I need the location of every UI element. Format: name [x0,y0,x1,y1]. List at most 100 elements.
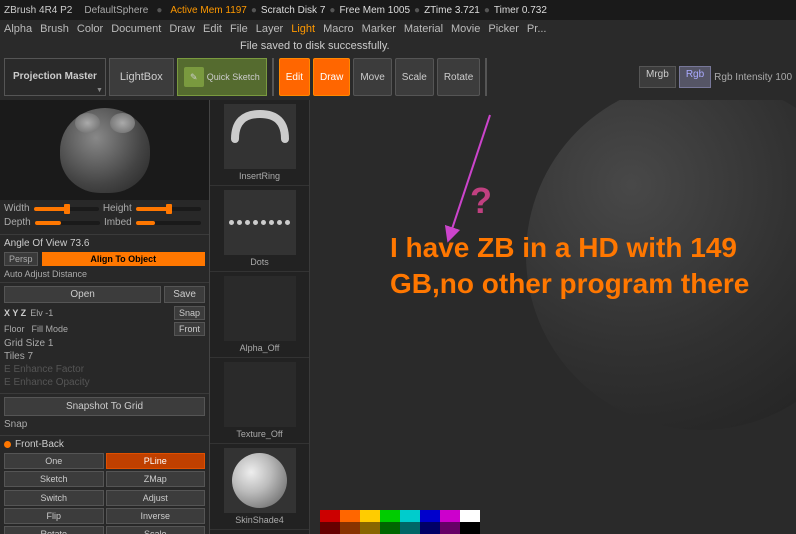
open-button[interactable]: Open [4,286,161,303]
rgb-button[interactable]: Rgb [679,66,711,88]
scale-label: Scale [402,72,427,83]
swatch-purple[interactable] [440,510,460,522]
swatch-dark-purple[interactable] [440,522,460,534]
width-slider[interactable] [34,207,99,211]
menu-alpha[interactable]: Alpha [4,23,32,35]
swatch-dark-orange[interactable] [340,522,360,534]
alpha-dots[interactable]: Dots [210,186,309,272]
edit-button[interactable]: Edit [279,58,310,96]
menu-preferences[interactable]: Pr... [527,23,547,35]
alpha-off[interactable]: Alpha_Off [210,272,309,358]
menu-draw[interactable]: Draw [169,23,195,35]
menu-marker[interactable]: Marker [362,23,396,35]
swatch-dark-red[interactable] [320,522,340,534]
scale-action-button[interactable]: Scale [106,526,206,534]
e-enhance-opacity-label: E Enhance Opacity [4,377,205,388]
swatch-cyan[interactable] [400,510,420,522]
draw-button[interactable]: Draw [313,58,350,96]
swatch-white[interactable] [460,510,480,522]
rotate-action-button[interactable]: Rotate [4,526,104,534]
adjust-button[interactable]: Adjust [106,490,206,506]
xyz-label: X Y Z [4,308,26,318]
texture-off[interactable]: Texture_Off [210,358,309,444]
xyz-row: X Y Z Elv -1 Snap [4,306,205,320]
projection-master-button[interactable]: Projection Master [4,58,106,96]
active-mem: Active Mem 1197 [170,5,247,16]
sketchab-button[interactable]: Sketch [4,471,104,487]
menu-layer[interactable]: Layer [256,23,284,35]
menu-file[interactable]: File [230,23,248,35]
swatch-dark-cyan[interactable] [400,522,420,534]
snapshot-section: Snapshot To Grid Snap [0,394,209,436]
alpha-dots-label: Dots [250,257,269,267]
menu-picker[interactable]: Picker [488,23,519,35]
texture-off-thumb [224,362,296,427]
menu-edit[interactable]: Edit [203,23,222,35]
menu-material[interactable]: Material [404,23,443,35]
snap-label: Snap [4,419,205,430]
alpha-dots-thumb [224,190,296,255]
scratch-disk: Scratch Disk 7 [261,5,325,16]
menu-macro[interactable]: Macro [323,23,354,35]
skin-shade-label: SkinShade4 [235,515,284,525]
height-slider[interactable] [136,207,201,211]
grid-size-label: Grid Size 1 [4,338,205,349]
swatch-dark-yellow[interactable] [360,522,380,534]
swatch-green[interactable] [380,510,400,522]
dot-6 [269,220,274,225]
one-button[interactable]: One [4,453,104,469]
snapshot-to-grid-button[interactable]: Snapshot To Grid [4,397,205,416]
quick-sketch-button[interactable]: ✎ Quick Sketch [177,58,267,96]
menu-color[interactable]: Color [77,23,103,35]
menu-document[interactable]: Document [111,23,161,35]
depth-slider[interactable] [35,221,100,225]
perspective-label: Persp [4,252,38,266]
swatch-black[interactable] [460,522,480,534]
action-grid-2: Switch Adjust Flip Inverse Rotate Scale [4,490,205,534]
flip-button[interactable]: Flip [4,508,104,524]
depth-row: Depth Imbed [4,217,205,228]
floor-label: Floor [4,324,25,334]
dot-8 [285,220,290,225]
imbed-slider[interactable] [136,221,201,225]
lightbox-button[interactable]: LightBox [109,58,174,96]
toolbar: Projection Master LightBox ✎ Quick Sketc… [0,54,796,100]
move-label: Move [360,72,384,83]
menu-brush[interactable]: Brush [40,23,69,35]
mrgb-button[interactable]: Mrgb [639,66,676,88]
front-button[interactable]: Front [174,322,205,336]
main-canvas-text: I have ZB in a HD with 149 GB,no other p… [390,230,776,303]
swatch-dark-green[interactable] [380,522,400,534]
dot-1 [229,220,234,225]
dot-5 [261,220,266,225]
question-mark: ? [470,180,492,222]
snap-button[interactable]: Snap [174,306,205,320]
left-panel: Width Height Depth Imbed [0,100,210,534]
zmap-button[interactable]: ZMap [106,471,206,487]
app-name: ZBrush 4R4 P2 [4,5,72,16]
move-button[interactable]: Move [353,58,391,96]
top-sep1: ● [156,5,162,16]
scale-button[interactable]: Scale [395,58,434,96]
menu-light[interactable]: Light [291,23,315,35]
swatch-yellow[interactable] [360,510,380,522]
rotate-label: Rotate [444,72,473,83]
swatch-blue[interactable] [420,510,440,522]
swatch-dark-blue[interactable] [420,522,440,534]
swatch-orange[interactable] [340,510,360,522]
switch-button[interactable]: Switch [4,490,104,506]
dot-4 [253,220,258,225]
rotate-button[interactable]: Rotate [437,58,480,96]
edit-label: Edit [286,72,303,83]
projection-master-label: Projection Master [13,71,97,83]
align-to-object-button[interactable]: Align To Object [42,252,205,266]
save-button[interactable]: Save [164,286,205,303]
pline-button[interactable]: PLine [106,453,206,469]
swatch-red[interactable] [320,510,340,522]
alpha-insert-ring[interactable]: InsertRing [210,100,309,186]
top-sep3: ● [329,5,335,16]
menu-movie[interactable]: Movie [451,23,480,35]
front-back-row: Front-Back [4,439,205,450]
inverse-button[interactable]: Inverse [106,508,206,524]
skin-shade-4[interactable]: SkinShade4 [210,444,309,530]
